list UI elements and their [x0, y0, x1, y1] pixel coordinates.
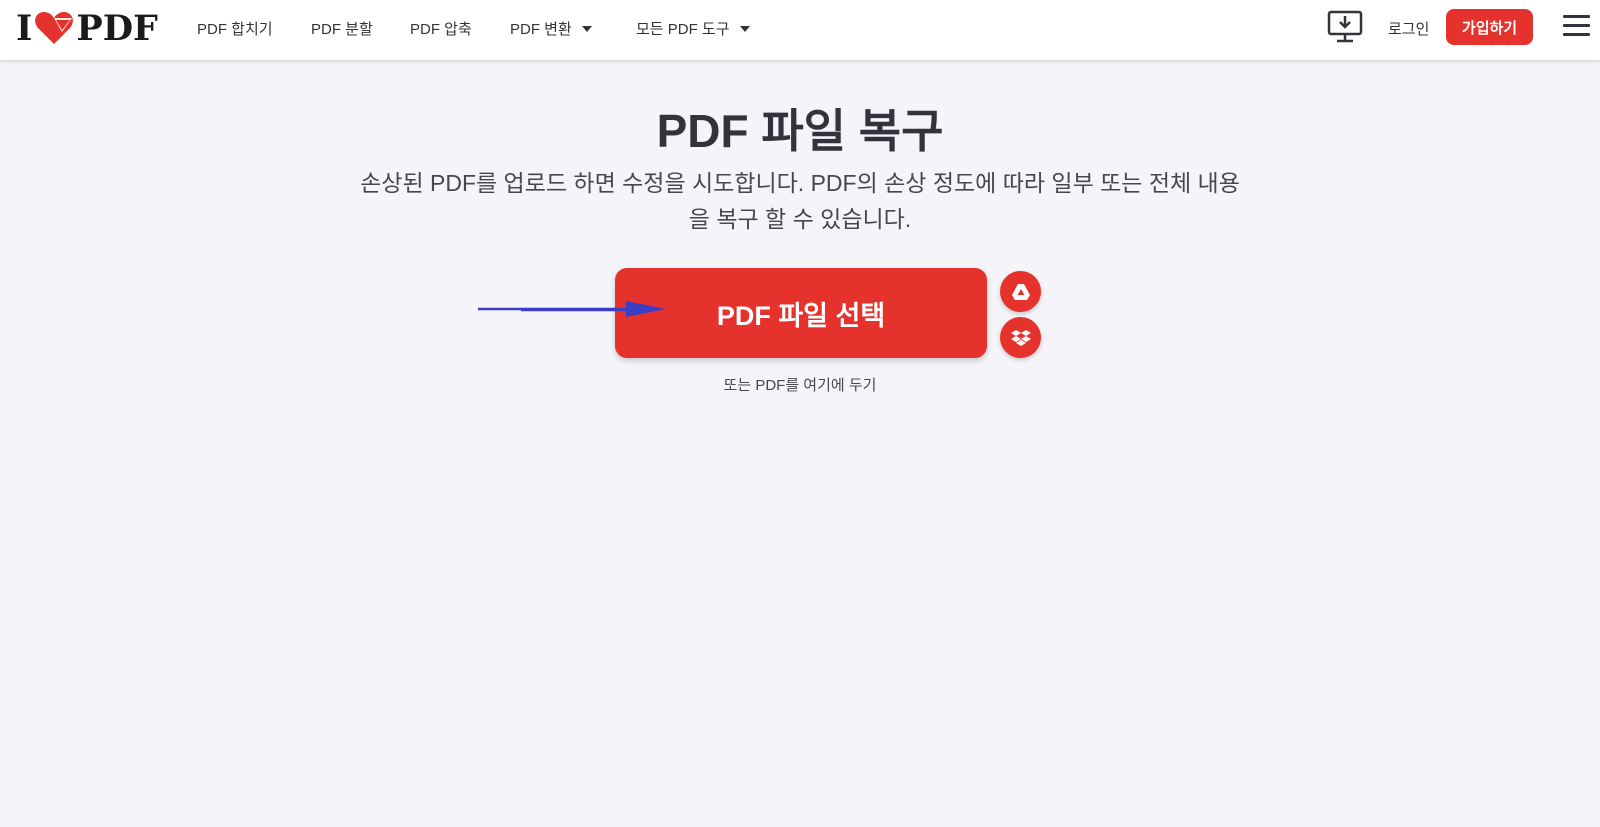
logo-letter-i: I [16, 7, 33, 49]
nav-merge-pdf[interactable]: PDF 합치기 [197, 18, 273, 39]
nav-compress-pdf[interactable]: PDF 압축 [410, 18, 472, 39]
nav-all-tools-dropdown[interactable]: 모든 PDF 도구 [636, 18, 750, 39]
caret-down-icon [581, 25, 592, 32]
nav-merge-pdf-label: PDF 합치기 [197, 21, 273, 38]
top-navigation-bar: I PDF PDF 합치기 PDF 분할 PDF 압축 PDF 변환 모든 PD… [0, 0, 1600, 60]
drop-hint-text: 또는 PDF를 여기에 두기 [723, 377, 877, 394]
nav-convert-pdf-dropdown[interactable]: PDF 변환 [510, 18, 592, 39]
heart-icon [35, 12, 74, 44]
login-link[interactable]: 로그인 [1388, 18, 1429, 39]
select-pdf-file-button[interactable]: PDF 파일 선택 [615, 268, 987, 358]
google-drive-icon [1011, 283, 1030, 300]
desktop-download-icon[interactable] [1327, 10, 1363, 44]
page-title: PDF 파일 복구 [656, 105, 944, 157]
ilovepdf-logo[interactable]: I PDF [16, 7, 158, 49]
nav-all-tools-label: 모든 PDF 도구 [636, 21, 730, 38]
dropbox-icon [1010, 329, 1031, 346]
nav-split-pdf-label: PDF 분할 [311, 21, 373, 38]
select-pdf-file-label: PDF 파일 선택 [716, 300, 886, 331]
nav-compress-pdf-label: PDF 압축 [410, 21, 472, 38]
dropbox-button[interactable] [1000, 317, 1041, 358]
hamburger-menu-icon[interactable] [1563, 15, 1590, 37]
caret-down-icon [739, 25, 750, 32]
nav-convert-pdf-label: PDF 변환 [510, 21, 572, 38]
page-subtitle: 손상된 PDF를 업로드 하면 수정을 시도합니다. PDF의 손상 정도에 따… [360, 170, 1240, 232]
blue-arrow-icon [478, 301, 666, 317]
nav-split-pdf[interactable]: PDF 분할 [311, 18, 373, 39]
logo-text-pdf: PDF [76, 7, 158, 49]
google-drive-button[interactable] [1000, 271, 1041, 312]
signup-button[interactable]: 가입하기 [1446, 9, 1533, 45]
